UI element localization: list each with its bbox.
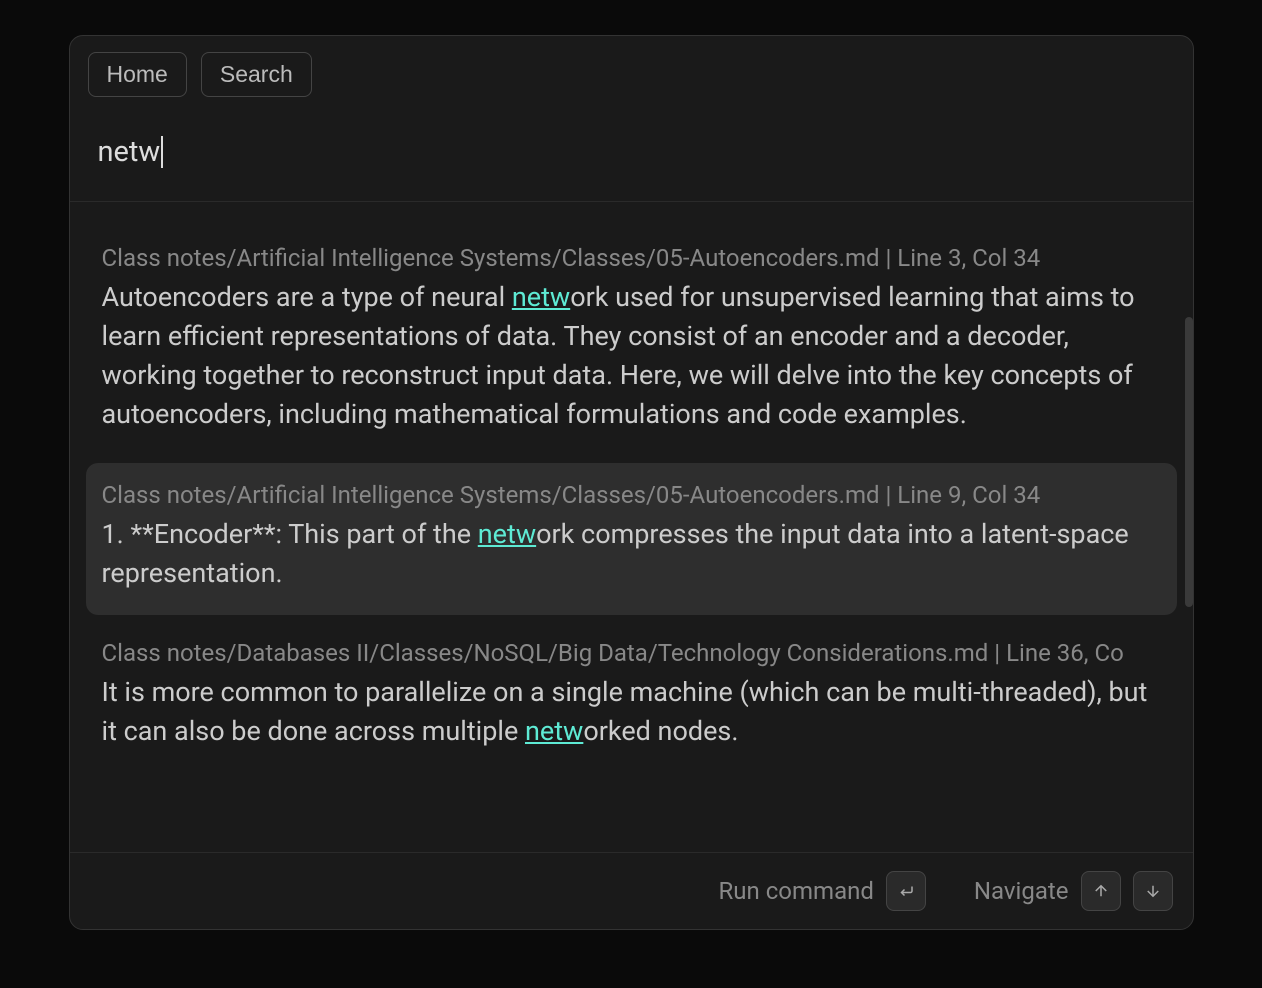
search-result-item[interactable]: Class notes/Artificial Intelligence Syst…: [86, 463, 1177, 615]
arrow-up-icon: [1092, 882, 1110, 900]
arrow-down-button[interactable]: [1133, 871, 1173, 911]
search-query-text: netw: [98, 135, 161, 169]
text-cursor: [161, 136, 163, 168]
palette-header: Home Search netw: [70, 36, 1193, 201]
run-command-action: Run command: [719, 871, 926, 911]
arrow-down-icon: [1144, 882, 1162, 900]
result-path: Class notes/Artificial Intelligence Syst…: [102, 481, 1161, 509]
search-input[interactable]: netw: [98, 135, 164, 169]
result-text-before: Autoencoders are a type of neural: [102, 281, 512, 313]
result-text: It is more common to parallelize on a si…: [102, 673, 1161, 751]
search-result-item[interactable]: Class notes/Artificial Intelligence Syst…: [86, 226, 1177, 457]
search-input-wrapper[interactable]: netw: [88, 125, 1175, 193]
scrollbar[interactable]: [1185, 317, 1193, 607]
result-text-before: 1. **Encoder**: This part of the: [102, 518, 478, 550]
result-match-highlight: netw: [525, 715, 583, 747]
navigate-label: Navigate: [974, 877, 1069, 905]
results-list[interactable]: Class notes/Artificial Intelligence Syst…: [70, 202, 1193, 852]
result-path: Class notes/Artificial Intelligence Syst…: [102, 244, 1161, 272]
command-palette: Home Search netw Class notes/Artificial …: [69, 35, 1194, 930]
palette-footer: Run command Navigate: [70, 852, 1193, 929]
result-text: Autoencoders are a type of neural networ…: [102, 278, 1161, 435]
result-match-highlight: netw: [478, 518, 536, 550]
arrow-up-button[interactable]: [1081, 871, 1121, 911]
result-text-after: orked nodes.: [583, 715, 738, 747]
enter-icon: [897, 882, 915, 900]
result-text: 1. **Encoder**: This part of the network…: [102, 515, 1161, 593]
breadcrumb-search[interactable]: Search: [201, 52, 312, 97]
result-match-highlight: netw: [512, 281, 570, 313]
breadcrumb-home[interactable]: Home: [88, 52, 187, 97]
breadcrumbs: Home Search: [88, 52, 1175, 97]
enter-key-button[interactable]: [886, 871, 926, 911]
navigate-action: Navigate: [974, 871, 1173, 911]
result-path: Class notes/Databases II/Classes/NoSQL/B…: [102, 639, 1161, 667]
run-command-label: Run command: [719, 877, 874, 905]
search-result-item[interactable]: Class notes/Databases II/Classes/NoSQL/B…: [86, 621, 1177, 773]
